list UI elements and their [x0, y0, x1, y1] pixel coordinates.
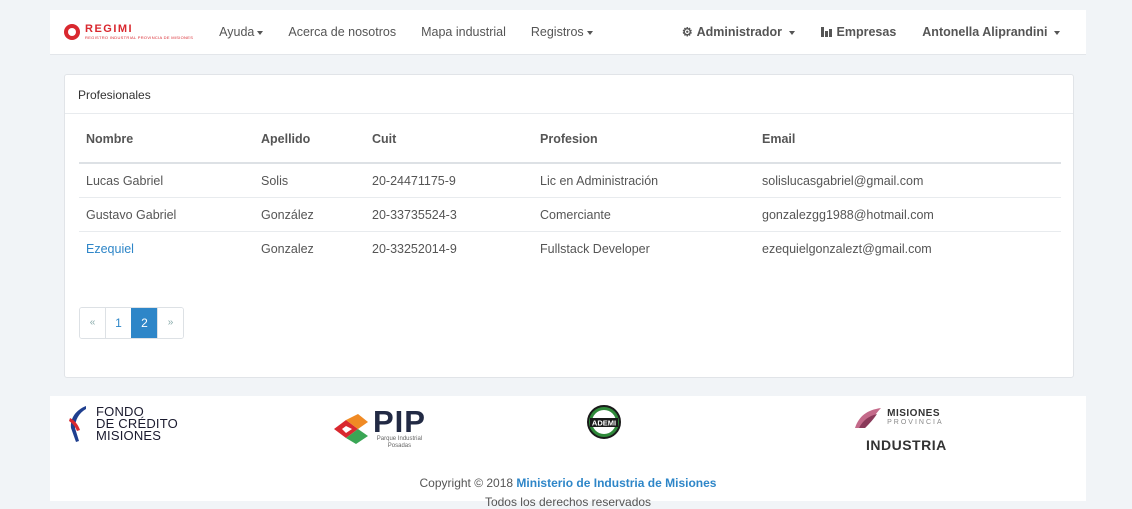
caret-down-icon	[586, 30, 593, 35]
column-header-email: Email	[755, 132, 1061, 164]
cell-profesion: Fullstack Developer	[540, 241, 650, 256]
brand-subtitle: REGISTRO INDUSTRIAL PROVINCIA DE MISIONE…	[85, 35, 194, 40]
column-header-cuit: Cuit	[365, 132, 533, 164]
nav-item-mapa[interactable]: Mapa industrial	[421, 25, 506, 39]
panel-title: Profesionales	[65, 75, 1073, 114]
cell-apellido: Gonzalez	[261, 241, 314, 256]
cell-cuit: 20-33252014-9	[372, 241, 457, 256]
misiones-name: MISIONES	[887, 408, 941, 419]
pagination: « 1 2 »	[79, 307, 184, 339]
fondo-credito-mark-icon	[69, 406, 86, 442]
cell-apellido: Solis	[254, 163, 365, 198]
misiones-mark-icon	[855, 408, 882, 428]
footer: FONDO DE CRÉDITO MISIONES PIP Parque Ind…	[50, 396, 1086, 509]
nav-item-registros[interactable]: Registros	[531, 25, 593, 39]
pip-line-1: Parque Industrial	[376, 436, 423, 442]
cell-nombre-link[interactable]: Ezequiel	[79, 232, 254, 266]
cell-email: solislucasgabriel@gmail.com	[755, 163, 1061, 198]
table-row: Ezequiel Gonzalez 20-33252014-9 Fullstac…	[79, 232, 1061, 266]
pagination-next-button[interactable]: »	[157, 308, 183, 338]
cell-cuit: 20-33735524-3	[365, 197, 533, 232]
copyright: Copyright © 2018 Ministerio de Industria…	[50, 476, 1086, 490]
caret-down-icon	[257, 30, 264, 35]
pip-logo: PIP Parque Industrial Posadas	[332, 404, 426, 450]
ademi-logo: ADEMI	[586, 404, 622, 443]
cell-apellido: González	[254, 197, 365, 232]
fondo-line-3: MISIONES	[96, 428, 162, 443]
industry-icon	[820, 27, 833, 37]
cell-nombre: Gustavo Gabriel	[79, 197, 254, 232]
ademi-text: ADEMI	[592, 419, 616, 428]
cell-profesion: Lic en Administración	[533, 163, 755, 198]
nav-item-administrador[interactable]: ⚙ Administrador	[682, 25, 795, 39]
brand-name: REGIMI	[85, 23, 134, 35]
cell-profesion: Comerciante	[533, 197, 755, 232]
nav-item-empresas[interactable]: Empresas	[820, 25, 896, 39]
pagination-prev-button[interactable]: «	[80, 308, 105, 338]
ademi-mark-icon: ADEMI	[587, 405, 621, 439]
misiones-sub: PROVINCIA	[887, 419, 944, 426]
top-navbar: REGIMI REGISTRO INDUSTRIAL PROVINCIA DE …	[50, 10, 1086, 55]
caret-down-icon	[1054, 30, 1060, 35]
fondo-credito-logo: FONDO DE CRÉDITO MISIONES	[66, 404, 178, 444]
nav-item-acerca[interactable]: Acerca de nosotros	[288, 25, 396, 39]
copyright-prefix: Copyright © 2018	[419, 476, 514, 490]
pip-mark-icon	[334, 414, 368, 444]
column-header-nombre: Nombre	[79, 132, 254, 164]
ministerio-link[interactable]: Ministerio de Industria de Misiones	[516, 476, 716, 490]
column-header-profesion: Profesion	[533, 132, 755, 164]
misiones-industria-logo: MISIONES PROVINCIA INDUSTRIA	[850, 406, 947, 453]
table-row: Lucas Gabriel Solis 20-24471175-9 Lic en…	[79, 163, 1061, 198]
nav-item-ayuda[interactable]: Ayuda	[219, 25, 264, 39]
caret-down-icon	[788, 30, 795, 35]
pip-line-2: Posadas	[387, 443, 412, 449]
pip-name: PIP	[373, 404, 426, 439]
table-header-row: Nombre Apellido Cuit Profesion Email	[79, 132, 1061, 164]
pagination-page-1[interactable]: 1	[105, 308, 131, 338]
pagination-page-2[interactable]: 2	[131, 308, 157, 338]
misiones-industria: INDUSTRIA	[866, 437, 947, 453]
cell-cuit: 20-24471175-9	[365, 163, 533, 198]
brand-logo[interactable]: REGIMI REGISTRO INDUSTRIAL PROVINCIA DE …	[64, 24, 193, 40]
profesionales-panel: Profesionales Nombre Apellido Cuit Profe…	[64, 74, 1074, 378]
rights-text: Todos los derechos reservados	[484, 495, 652, 509]
cell-nombre: Lucas Gabriel	[79, 163, 254, 198]
table-row: Gustavo Gabriel González 20-33735524-3 C…	[79, 197, 1061, 232]
nav-item-user[interactable]: Antonella Aliprandini	[922, 25, 1060, 39]
profesionales-table: Nombre Apellido Cuit Profesion Email Luc…	[79, 132, 1061, 265]
gear-icon: ⚙	[681, 25, 693, 39]
cell-email: gonzalezgg1988@hotmail.com	[755, 197, 1061, 232]
regimi-logo-icon	[64, 24, 80, 40]
column-header-apellido: Apellido	[254, 132, 365, 164]
cell-email: ezequielgonzalezt@gmail.com	[762, 241, 932, 256]
